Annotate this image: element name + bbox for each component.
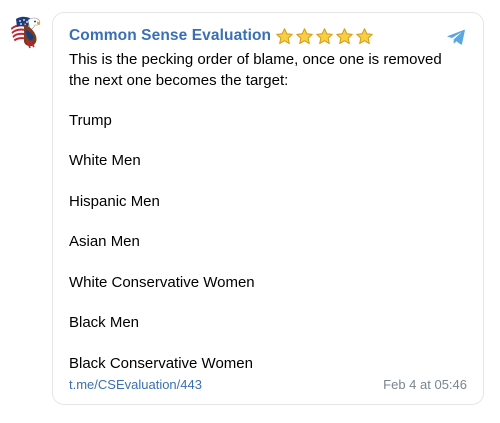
list-item: Black Men	[69, 314, 140, 331]
star-icon	[276, 27, 293, 44]
message-card: Common Sense Evaluation This is the peck…	[52, 12, 484, 405]
star-icon	[336, 27, 353, 44]
star-icon	[296, 27, 313, 44]
star-icon	[356, 27, 373, 44]
message-header: Common Sense Evaluation	[69, 24, 374, 48]
intro-line: the next one becomes the target:	[69, 71, 289, 89]
post-link[interactable]: t.me/CSEvaluation/443	[69, 377, 202, 392]
intro-line: This is the pecking order of blame, once…	[69, 51, 442, 68]
channel-name-link[interactable]: Common Sense Evaluation	[69, 27, 271, 45]
list-item: Trump	[69, 112, 112, 129]
message-intro: This is the pecking order of blame, once…	[69, 50, 469, 91]
list-item: White Conservative Women	[69, 274, 255, 291]
eagle-flag-avatar-icon[interactable]	[6, 12, 44, 50]
post-timestamp[interactable]: Feb 4 at 05:46	[383, 377, 467, 392]
star-icon	[316, 27, 333, 44]
list-item: White Men	[69, 152, 141, 169]
telegram-plane-icon[interactable]	[445, 26, 467, 48]
list-item: Hispanic Men	[69, 193, 160, 210]
star-rating	[275, 27, 374, 46]
list-item: Asian Men	[69, 233, 140, 250]
list-item: Black Conservative Women	[69, 355, 253, 372]
